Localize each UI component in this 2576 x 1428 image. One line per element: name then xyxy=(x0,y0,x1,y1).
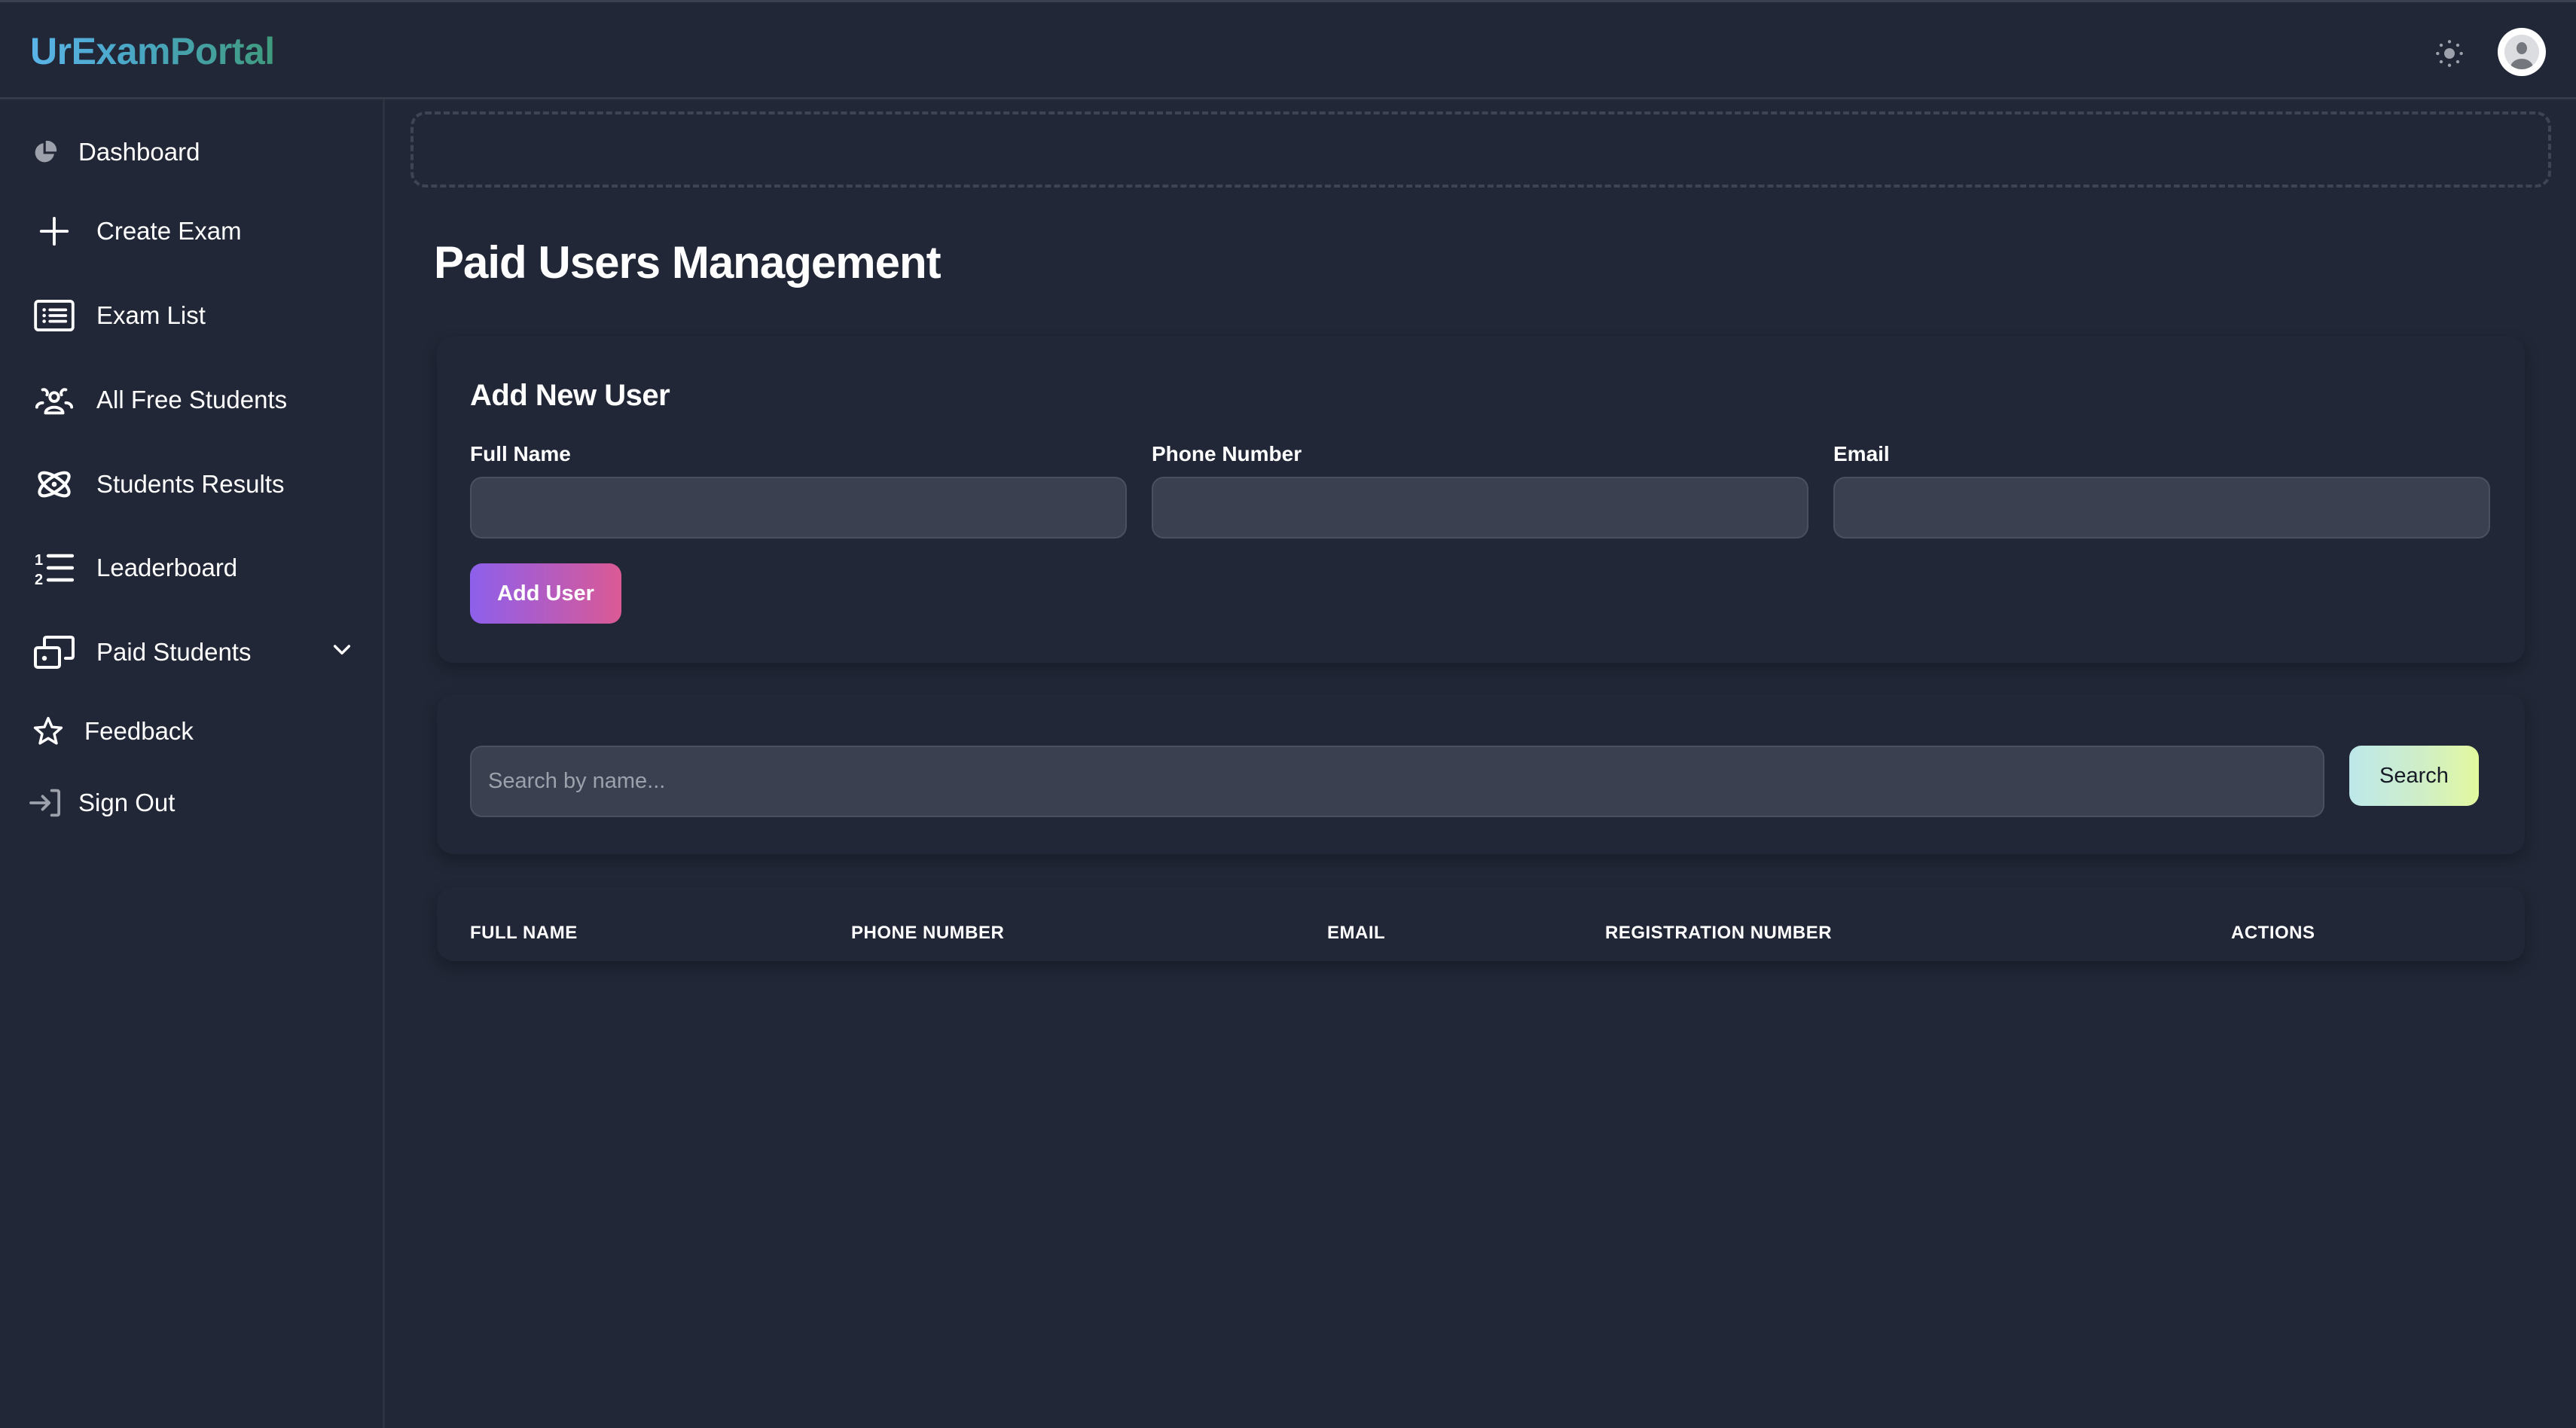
atom-icon xyxy=(35,467,74,502)
app-logo[interactable]: UrExamPortal xyxy=(30,29,275,73)
sidebar-item-paid-students[interactable]: Paid Students xyxy=(0,622,380,682)
search-button[interactable]: Search xyxy=(2349,746,2479,806)
user-avatar-icon xyxy=(2504,35,2539,69)
sidebar-item-dashboard[interactable]: Dashboard xyxy=(0,122,380,182)
column-header-registration-number: REGISTRATION NUMBER xyxy=(1605,923,1833,943)
sidebar-item-label: Dashboard xyxy=(78,138,200,166)
placeholder-banner xyxy=(411,111,2551,188)
sidebar-item-label: Feedback xyxy=(84,717,194,745)
users-group-icon xyxy=(34,385,75,415)
column-header-phone-number: PHONE NUMBER xyxy=(851,923,1005,943)
svg-text:2: 2 xyxy=(35,572,43,587)
email-label: Email xyxy=(1833,442,1890,465)
numbered-list-icon: 1 2 xyxy=(35,549,74,587)
svg-text:1: 1 xyxy=(35,552,43,569)
chevron-down-icon[interactable] xyxy=(330,637,354,667)
sidebar-item-leaderboard[interactable]: 1 2 Leaderboard xyxy=(0,538,380,598)
column-header-email: EMAIL xyxy=(1327,923,1386,943)
sidebar-item-feedback[interactable]: Feedback xyxy=(0,701,380,761)
full-name-label: Full Name xyxy=(470,442,571,465)
theme-toggle-button[interactable] xyxy=(2431,35,2468,72)
phone-number-label: Phone Number xyxy=(1152,442,1302,465)
top-bar: UrExamPortal xyxy=(0,0,2576,99)
sidebar-item-label: Exam List xyxy=(96,301,206,329)
main-content: Paid Users Management Add New User Full … xyxy=(387,99,2576,1428)
sidebar-item-sign-out[interactable]: Sign Out xyxy=(0,773,380,833)
page-title: Paid Users Management xyxy=(434,237,942,288)
sidebar-item-students-results[interactable]: Students Results xyxy=(0,454,380,514)
search-card: Search xyxy=(437,694,2525,854)
plus-icon xyxy=(36,214,72,249)
sidebar-item-label: Create Exam xyxy=(96,217,242,245)
column-header-actions: ACTIONS xyxy=(2231,923,2315,943)
email-input[interactable] xyxy=(1833,477,2490,539)
users-table: FULL NAME PHONE NUMBER EMAIL REGISTRATIO… xyxy=(437,887,2525,961)
sidebar-item-label: Sign Out xyxy=(78,789,175,816)
column-header-full-name: FULL NAME xyxy=(470,923,578,943)
list-box-icon xyxy=(34,300,75,331)
search-input[interactable] xyxy=(470,746,2324,817)
sidebar-item-create-exam[interactable]: Create Exam xyxy=(0,201,380,261)
sidebar-item-label: Paid Students xyxy=(96,638,252,666)
sign-out-icon xyxy=(29,789,62,817)
sidebar-item-label: All Free Students xyxy=(96,386,288,413)
add-user-card: Add New User Full Name Phone Number Emai… xyxy=(437,337,2525,663)
money-icon xyxy=(34,636,75,669)
star-icon xyxy=(32,716,65,746)
pie-chart-icon xyxy=(30,138,60,166)
sidebar-item-all-free-students[interactable]: All Free Students xyxy=(0,370,380,430)
phone-number-input[interactable] xyxy=(1152,477,1808,539)
sidebar-item-label: Leaderboard xyxy=(96,554,238,581)
user-avatar-button[interactable] xyxy=(2498,28,2546,76)
sidebar-item-label: Students Results xyxy=(96,470,285,498)
add-user-title: Add New User xyxy=(470,379,670,412)
sidebar: Dashboard Create Exam Exam List All Free… xyxy=(0,99,385,1428)
sidebar-item-exam-list[interactable]: Exam List xyxy=(0,285,380,346)
sun-icon xyxy=(2436,40,2463,67)
add-user-button[interactable]: Add User xyxy=(470,563,621,624)
full-name-input[interactable] xyxy=(470,477,1127,539)
